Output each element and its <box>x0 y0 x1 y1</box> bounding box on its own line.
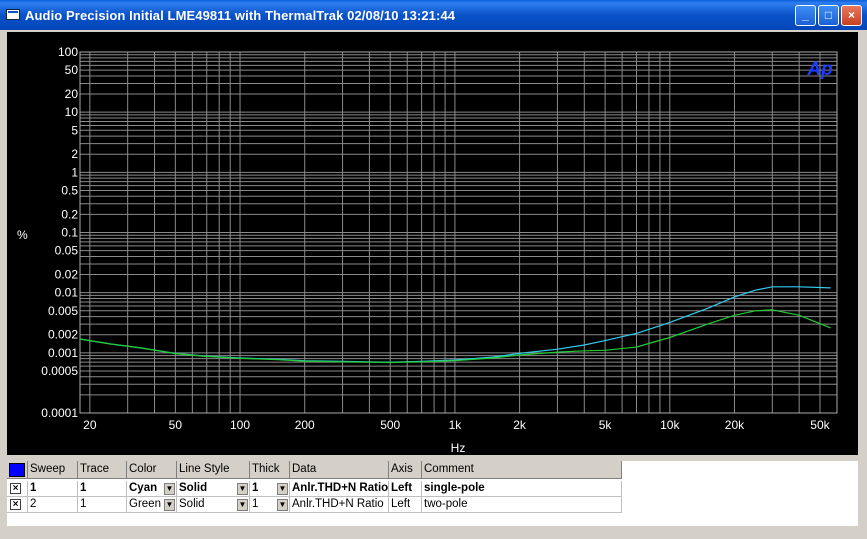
x-tick-label: 500 <box>380 418 400 432</box>
x-tick-label: 10k <box>660 418 680 432</box>
y-tick-label: 0.005 <box>48 304 78 318</box>
row-1-line-style[interactable]: Solid ▼ <box>177 481 250 497</box>
row-2-thick-value: 1 <box>252 498 259 510</box>
row-2-trace[interactable]: 1 <box>78 497 127 513</box>
y-tick-label: 50 <box>65 63 79 77</box>
x-tick-label: 200 <box>295 418 315 432</box>
x-tick-label: 50k <box>810 418 830 432</box>
header-data[interactable]: Data <box>290 461 389 479</box>
row-2-thick[interactable]: 1 ▼ <box>250 497 290 513</box>
color-swatch-icon <box>9 463 25 477</box>
row-1-thick-value: 1 <box>252 482 259 494</box>
header-thick[interactable]: Thick <box>250 461 290 479</box>
y-tick-label: 0.002 <box>48 328 78 342</box>
row-2-sweep[interactable]: 2 <box>28 497 78 513</box>
window-title: Audio Precision Initial LME49811 with Th… <box>25 8 456 23</box>
row-2-axis[interactable]: Left <box>389 497 422 513</box>
x-tick-labels: 20 50 100 200 500 1k 2k 5k 10k 20k 50k <box>83 418 831 432</box>
x-axis-label: Hz <box>451 441 466 455</box>
minimize-button[interactable]: _ <box>795 5 816 26</box>
y-tick-label: 0.01 <box>55 286 79 300</box>
row-1-checkbox[interactable]: × <box>10 483 21 494</box>
thd-chart: 100 50 20 10 5 2 1 0.5 0.2 0.1 0.05 0.02 0.01 0.005 0.… <box>17 45 838 455</box>
header-color[interactable]: Color <box>127 461 177 479</box>
y-tick-label: 0.0001 <box>41 406 78 420</box>
y-tick-labels: 100 50 20 10 5 2 1 0.5 0.2 0.1 0.05 0.02 0.01 0.005 0.… <box>41 45 78 420</box>
y-axis-label: % <box>17 228 28 242</box>
x-tick-label: 100 <box>230 418 250 432</box>
legend-header-row: Sweep Trace Color Line Style Thick Data … <box>7 461 622 479</box>
header-sweep[interactable]: Sweep <box>28 461 78 479</box>
row-2-color[interactable]: Green ▼ <box>127 497 177 513</box>
y-tick-label: 0.2 <box>61 207 78 221</box>
header-comment[interactable]: Comment <box>422 461 622 479</box>
y-tick-label: 0.5 <box>61 183 78 197</box>
header-line-style[interactable]: Line Style <box>177 461 250 479</box>
row-2-comment[interactable]: two-pole <box>422 497 622 513</box>
chevron-down-icon[interactable]: ▼ <box>237 499 248 511</box>
y-tick-label: 2 <box>71 147 78 161</box>
row-1-line-style-value: Solid <box>179 482 208 494</box>
title-bar: Audio Precision Initial LME49811 with Th… <box>0 0 867 30</box>
legend-row-2[interactable]: × 2 1 Green ▼ Solid ▼ 1 ▼ Anlr.THD+N Ratio … <box>7 497 622 513</box>
chevron-down-icon[interactable]: ▼ <box>164 499 175 511</box>
grid-lines <box>79 51 838 414</box>
legend-table: Sweep Trace Color Line Style Thick Data … <box>7 461 858 526</box>
row-1-trace[interactable]: 1 <box>78 481 127 497</box>
row-1-thick[interactable]: 1 ▼ <box>250 481 290 497</box>
legend-color-corner[interactable] <box>7 461 28 479</box>
y-tick-label: 5 <box>71 123 78 137</box>
row-2-data[interactable]: Anlr.THD+N Ratio <box>290 497 389 513</box>
x-tick-label: 1k <box>449 418 463 432</box>
row-2-color-value: Green <box>129 498 161 510</box>
row-1-axis[interactable]: Left <box>389 481 422 497</box>
row-2-line-style[interactable]: Solid ▼ <box>177 497 250 513</box>
chevron-down-icon[interactable]: ▼ <box>237 483 248 495</box>
x-tick-label: 50 <box>169 418 183 432</box>
y-tick-label: 0.001 <box>48 346 78 360</box>
y-tick-label: 20 <box>65 87 79 101</box>
row-2-line-style-value: Solid <box>179 498 205 510</box>
chevron-down-icon[interactable]: ▼ <box>277 499 288 511</box>
x-tick-label: 20 <box>83 418 97 432</box>
ap-logo: Ap <box>806 59 832 80</box>
row-2-checkbox[interactable]: × <box>10 499 21 510</box>
chevron-down-icon[interactable]: ▼ <box>164 483 175 495</box>
row-1-color-value: Cyan <box>129 482 158 494</box>
y-tick-label: 10 <box>65 105 79 119</box>
header-axis[interactable]: Axis <box>389 461 422 479</box>
chevron-down-icon[interactable]: ▼ <box>277 483 288 495</box>
close-button[interactable]: × <box>841 5 862 26</box>
row-1-color[interactable]: Cyan ▼ <box>127 481 177 497</box>
legend-row-1[interactable]: × 1 1 Cyan ▼ Solid ▼ 1 ▼ Anlr.THD+N Ratio L… <box>7 481 622 497</box>
y-tick-label: 0.0005 <box>41 364 78 378</box>
y-tick-label: 1 <box>71 165 78 179</box>
maximize-button[interactable]: □ <box>818 5 839 26</box>
x-tick-label: 20k <box>725 418 745 432</box>
y-tick-label: 100 <box>58 45 78 59</box>
y-tick-label: 0.02 <box>55 268 79 282</box>
y-tick-label: 0.05 <box>55 244 79 258</box>
row-1-data[interactable]: Anlr.THD+N Ratio <box>290 481 389 497</box>
row-1-comment[interactable]: single-pole <box>422 481 622 497</box>
app-window-icon[interactable] <box>6 9 20 20</box>
x-tick-label: 5k <box>599 418 613 432</box>
x-tick-label: 2k <box>513 418 527 432</box>
header-trace[interactable]: Trace <box>78 461 127 479</box>
y-tick-label: 0.1 <box>61 226 78 240</box>
graph-panel: 100 50 20 10 5 2 1 0.5 0.2 0.1 0.05 0.02 0.01 0.005 0.… <box>7 32 858 455</box>
row-1-sweep[interactable]: 1 <box>28 481 78 497</box>
